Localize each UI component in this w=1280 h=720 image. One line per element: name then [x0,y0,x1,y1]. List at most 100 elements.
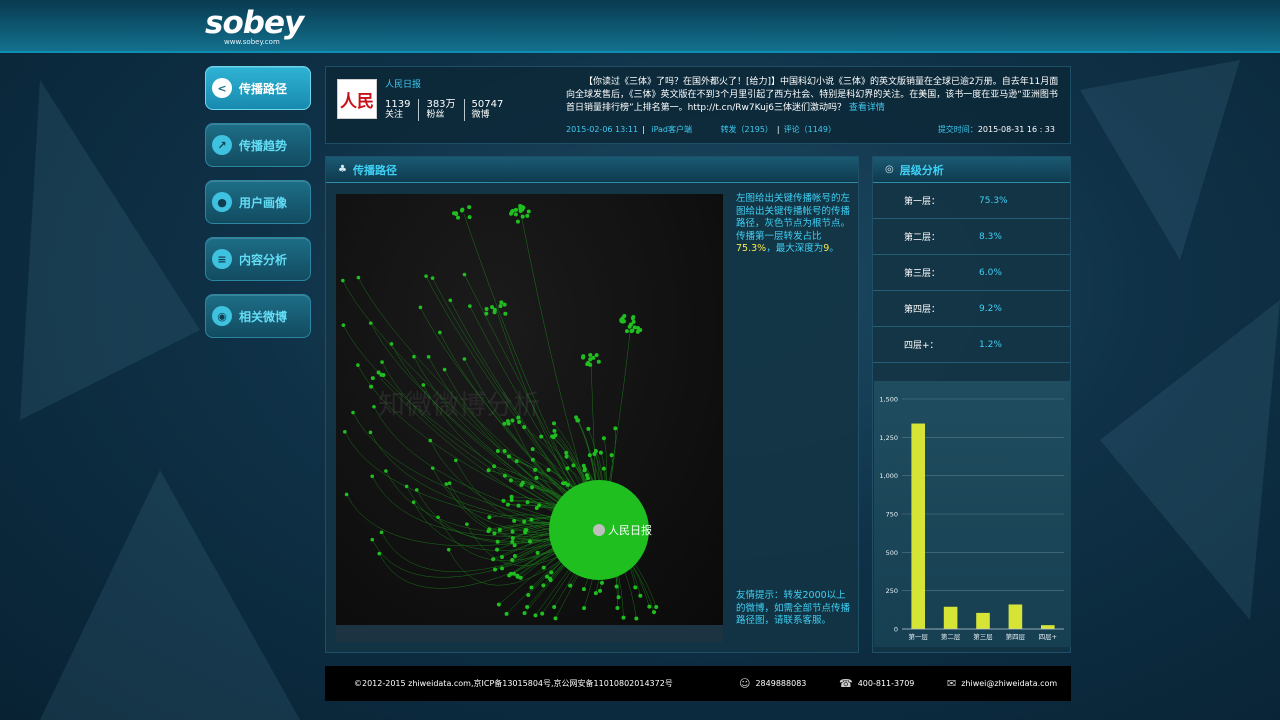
propagation-graph[interactable]: 知微微博分析 人民日报 [336,194,723,625]
level-value: 1.2% [979,339,1002,350]
sidebar-nav: < 传播路径 ↗ 传播趋势 ● 用户画像 ≡ 内容分析 ◉ 相关微博 [205,66,311,351]
root-node [593,524,605,536]
post-meta: 2015-02-06 13:11 | iPad客户端 转发（2195） | 评论（11… [566,125,836,134]
stat-label: 微博 [471,110,490,120]
post-card: 人民 人民日报 1139 关注 383万 粉丝 50747 微博 【你读过《三体… [325,66,1071,144]
level-value: 8.3% [979,231,1002,242]
sidebar-item-label: 传播趋势 [239,138,288,153]
y-tick-label: 1,250 [879,434,898,442]
top-header: sobey www.sobey.com [0,0,1280,53]
panel-header: ♣ 传播路径 [326,157,858,183]
stat-value: 383万 [426,99,456,110]
panel-title: 传播路径 [352,163,397,177]
y-tick-label: 250 [886,587,898,595]
avatar[interactable]: 人民 [337,79,377,119]
layers-icon: ◎ [885,164,894,175]
comment-count[interactable]: 评论（1149） [784,125,836,134]
level-name: 第一层： [904,197,941,207]
root-node-label: 人民日报 [608,523,652,537]
sidebar-item-label: 相关微博 [239,309,288,324]
desc-text: 左图给出关键传播帐号的左图给出关键传播帐号的传播路径，灰色节点为根节点。传播第一… [736,193,851,242]
level-row: 第二层： 8.3% [873,219,1070,255]
stat-label: 粉丝 [426,110,445,120]
x-tick-label: 第一层 [908,632,928,641]
graph-footer-bar [336,625,723,642]
sidebar-item-content-analysis[interactable]: ≡ 内容分析 [205,237,311,281]
sidebar-item-user-profile[interactable]: ● 用户画像 [205,180,311,224]
first-layer-percent: 75.3% [736,243,767,254]
submit-time-value: 2015-08-31 16 : 33 [977,125,1055,134]
stat-label: 关注 [385,110,404,120]
x-tick-label: 第四层 [1006,632,1026,641]
sidebar-item-label: 传播路径 [239,81,288,96]
share-icon: < [212,78,232,98]
panel-title: 层级分析 [899,163,944,177]
submit-label: 提交时间： [937,125,978,134]
qq-contact[interactable]: ☺ 2849888083 [739,677,806,690]
level-analysis-panel: ◎ 层级分析 第一层： 75.3% 第二层： 8.3% 第三层： 6.0% 第四… [872,156,1071,653]
x-tick-label: 第三层 [973,632,993,641]
level-row: 第四层： 9.2% [873,291,1070,327]
propagation-graph-canvas[interactable]: 知微微博分析人民日报 [336,194,723,625]
sidebar-item-propagation-trend[interactable]: ↗ 传播趋势 [205,123,311,167]
bar [1040,625,1055,629]
propagation-path-panel: ♣ 传播路径 知微微博分析 人民日报 左图给出关键传播帐号的左图给出关键传播帐号的… [325,156,859,653]
qq-number: 2849888083 [755,679,807,688]
repost-count[interactable]: 转发（2195） [721,125,773,134]
bar [1008,604,1023,629]
email-address: zhiwei@zhiweidata.com [961,679,1058,688]
x-tick-label: 第二层 [941,632,961,641]
post-source: iPad客户端 [651,125,693,134]
author-stats: 1139 关注 383万 粉丝 50747 微博 [385,99,518,121]
panel-header: ◎ 层级分析 [873,157,1070,183]
bar-chart-svg: 0 250 500 750 1,000 1,250 1,500 第一层 第二层 第三层 第四层 四层+ [879,396,1064,641]
bar [976,612,990,629]
level-bar-chart: 0 250 500 750 1,000 1,250 1,500 第一层 第二层 第三层 第四层 四层+ [874,381,1071,647]
level-row: 第一层： 75.3% [873,183,1070,219]
y-tick-label: 500 [886,549,898,557]
level-name: 第四层： [904,305,941,315]
y-tick-label: 0 [894,626,898,634]
sidebar-item-label: 内容分析 [239,252,288,267]
weibo-icon: ◉ [212,306,232,326]
bar [943,606,958,629]
level-name: 第二层： [904,233,941,243]
page-footer: ©2012-2015 zhiweidata.com,京ICP备13015804号… [325,666,1071,701]
user-icon: ● [212,192,232,212]
bar [911,423,926,629]
copyright-text: ©2012-2015 zhiweidata.com,京ICP备13015804号… [354,679,673,688]
stat-value: 1139 [385,99,411,110]
x-tick-label: 四层+ [1039,633,1057,641]
desc-text: 。 [829,243,839,254]
stat-value: 50747 [471,99,504,110]
level-value: 6.0% [979,267,1002,278]
sidebar-item-related-weibo[interactable]: ◉ 相关微博 [205,294,311,338]
sidebar-item-label: 用户画像 [239,195,288,210]
email-contact[interactable]: ✉ zhiwei@zhiweidata.com [947,677,1057,690]
level-value: 9.2% [979,303,1002,314]
stat-following: 1139 关注 [385,99,420,121]
hierarchy-icon: ♣ [338,164,347,175]
desc-text: ，最大深度为 [766,243,824,254]
level-row: 第三层： 6.0% [873,255,1070,291]
level-name: 第三层： [904,269,941,279]
view-details-link[interactable]: 查看详情 [849,103,885,113]
level-row: 四层+： 1.2% [873,327,1070,363]
stat-followers: 383万 粉丝 [426,99,465,121]
level-name: 四层+： [904,341,939,351]
mail-icon: ✉ [947,677,957,690]
phone-number: 400-811-3709 [857,679,915,688]
phone-icon: ☎ [839,677,853,690]
post-content: 【你读过《三体》了吗？在国外都火了！[给力]】中国科幻小说《三体》的英文版销量在… [566,76,1060,115]
logo-text: sobey [205,5,304,41]
y-tick-label: 1,000 [879,472,898,480]
y-tick-label: 750 [886,511,898,519]
brand-logo[interactable]: sobey www.sobey.com [205,6,305,48]
friendly-tip: 友情提示：转发2000以上的微博，如需全部节点传播路径图，请联系客服。 [736,590,851,626]
y-tick-label: 1,500 [879,396,898,404]
post-body: 【你读过《三体》了吗？在国外都火了！[给力]】中国科幻小说《三体》的英文版销量在… [566,77,1059,113]
stat-posts: 50747 微博 [472,99,512,121]
sidebar-item-propagation-path[interactable]: < 传播路径 [205,66,311,110]
phone-contact[interactable]: ☎ 400-811-3709 [839,677,914,690]
author-name[interactable]: 人民日报 [385,77,421,90]
